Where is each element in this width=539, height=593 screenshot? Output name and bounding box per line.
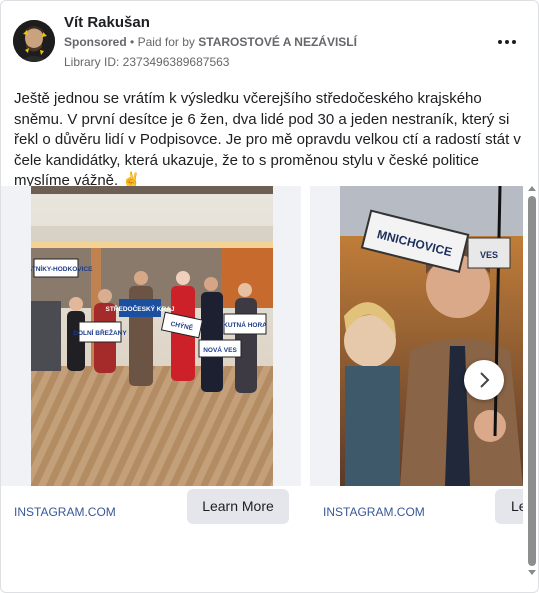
carousel-image[interactable]: MNICHOVICE VES <box>340 186 523 486</box>
more-options-button[interactable] <box>491 27 523 57</box>
paid-for-prefix: Paid for by <box>137 35 195 49</box>
payer-name[interactable]: STAROSTOVÉ A NEZÁVISLÍ <box>198 35 357 49</box>
sign-text: DOLNÍ BŘEŽANY <box>73 328 127 337</box>
post-body: Ještě jednou se vrátím k výsledku včerej… <box>14 90 521 189</box>
sign-text: KUTNÁ HORA <box>223 320 267 329</box>
vertical-scrollbar[interactable] <box>526 186 538 581</box>
card-footer: INSTAGRAM.COM Le <box>310 486 523 541</box>
library-id: Library ID: 2373496389687563 <box>64 55 230 69</box>
learn-more-button[interactable]: Le <box>495 489 523 524</box>
sign-text: ZLATNÍKY-HODKOVICE <box>31 264 93 273</box>
carousel-next-button[interactable] <box>464 360 504 400</box>
separator-dot: • <box>130 35 138 49</box>
sponsored-label: Sponsored <box>64 35 127 49</box>
sign-text: VES <box>480 250 498 260</box>
scroll-down-arrow-icon[interactable] <box>528 570 536 575</box>
scroll-up-arrow-icon[interactable] <box>528 186 536 191</box>
sponsored-line: Sponsored • Paid for by STAROSTOVÉ A NEZ… <box>64 35 357 49</box>
chevron-right-icon <box>480 372 490 388</box>
more-dot <box>505 40 509 44</box>
sign-text: STŘEDOČESKÝ KRAJ <box>106 304 175 313</box>
scroll-thumb[interactable] <box>528 196 536 566</box>
sign-text: NOVÁ VES <box>203 345 237 354</box>
carousel-image[interactable]: ZLATNÍKY-HODKOVICE STŘEDOČESKÝ KRAJ DOLN… <box>31 186 273 486</box>
card-domain[interactable]: INSTAGRAM.COM <box>323 505 425 519</box>
ad-card: Vít Rakušan Sponsored • Paid for by STAR… <box>0 0 539 593</box>
card-footer: INSTAGRAM.COM Learn More <box>1 486 301 541</box>
author-name[interactable]: Vít Rakušan <box>64 14 150 31</box>
card-domain[interactable]: INSTAGRAM.COM <box>14 505 116 519</box>
more-dots-icon <box>498 40 502 44</box>
carousel-card[interactable]: ZLATNÍKY-HODKOVICE STŘEDOČESKÝ KRAJ DOLN… <box>1 186 301 541</box>
image-carousel[interactable]: ZLATNÍKY-HODKOVICE STŘEDOČESKÝ KRAJ DOLN… <box>1 186 523 541</box>
learn-more-button[interactable]: Learn More <box>187 489 289 524</box>
more-dot <box>512 40 516 44</box>
author-avatar[interactable] <box>13 20 55 62</box>
